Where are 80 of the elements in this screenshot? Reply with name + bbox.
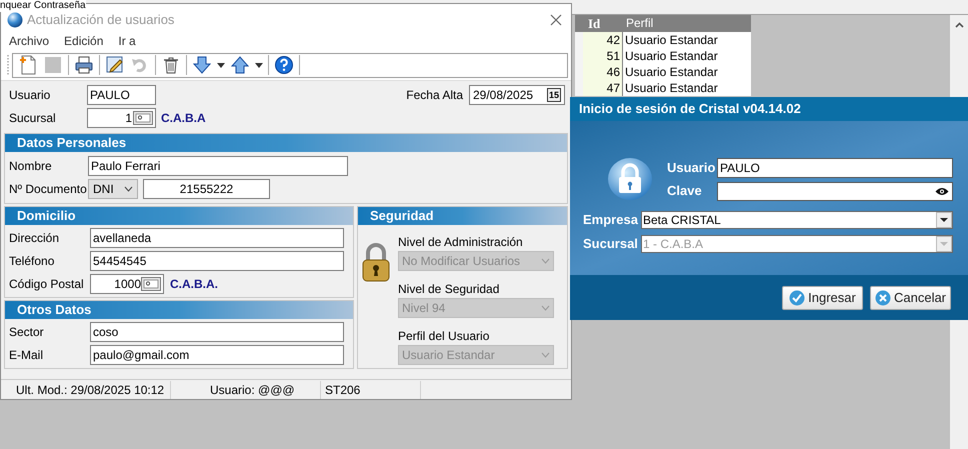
scroll-up-icon[interactable] bbox=[955, 22, 964, 28]
table-cell: 46 bbox=[583, 64, 623, 80]
close-icon[interactable] bbox=[550, 14, 562, 26]
dialog-button[interactable]: Cancelar bbox=[870, 286, 951, 310]
lookup-result: C.A.B.A. bbox=[170, 276, 218, 292]
caret-icon[interactable] bbox=[936, 212, 952, 228]
menu-item[interactable]: nquear Contraseña bbox=[0, 0, 86, 12]
input-field[interactable]: PAULO bbox=[87, 84, 156, 104]
status-text: Usuario: @@@ bbox=[210, 382, 295, 396]
column-header[interactable]: Id bbox=[583, 15, 623, 32]
globe-icon bbox=[7, 12, 23, 28]
field-label: E-Mail bbox=[9, 346, 44, 364]
section-header: Datos Personales bbox=[5, 134, 567, 152]
lookup-field[interactable]: 1000 bbox=[90, 274, 164, 294]
menu-item[interactable]: Archivo bbox=[4, 32, 54, 50]
window-title: Inicio de sesión de Cristal v04.14.02 bbox=[579, 100, 801, 118]
field-label: Usuario bbox=[667, 159, 716, 178]
field-label: Nivel de Administración bbox=[398, 234, 524, 251]
field-label: Dirección bbox=[9, 230, 60, 246]
field-label: Nombre bbox=[9, 158, 53, 174]
field-label: Código Postal bbox=[9, 276, 85, 292]
input-field[interactable]: 54454545 bbox=[90, 250, 344, 270]
calendar-icon[interactable]: 15 bbox=[546, 88, 561, 102]
input-field[interactable]: Paulo Ferrari bbox=[88, 156, 348, 176]
help-icon[interactable] bbox=[274, 55, 294, 75]
field-label: Sucursal bbox=[583, 235, 639, 254]
table-cell: 51 bbox=[583, 48, 623, 64]
lookup-button[interactable] bbox=[133, 110, 153, 124]
chevron-down-icon[interactable] bbox=[124, 186, 133, 192]
eye-icon[interactable] bbox=[935, 186, 949, 196]
status-text: ST206 bbox=[325, 382, 360, 396]
password-field[interactable] bbox=[717, 182, 953, 200]
edit-pencil-icon[interactable] bbox=[105, 55, 125, 75]
new-document-icon[interactable] bbox=[18, 55, 38, 75]
field-label: Clave bbox=[667, 182, 703, 200]
input-field[interactable]: coso bbox=[90, 322, 344, 342]
caret-icon[interactable] bbox=[217, 62, 225, 68]
section-header: Seguridad bbox=[358, 207, 567, 225]
table-cell-text: Usuario Estandar bbox=[624, 80, 719, 96]
lookup-result: C.A.B.A bbox=[161, 110, 206, 126]
trash-icon[interactable] bbox=[161, 55, 181, 75]
status-text: Ult. Mod.: 29/08/2025 10:12 bbox=[16, 382, 164, 396]
date-field[interactable]: 29/08/2025 15 bbox=[469, 84, 565, 104]
section-header: Otros Datos bbox=[5, 301, 353, 319]
caret-icon[interactable] bbox=[255, 62, 263, 68]
column-header[interactable]: Perfil bbox=[623, 15, 751, 32]
table-cell-text: Usuario Estandar bbox=[624, 32, 719, 48]
lookup-field[interactable]: 1 bbox=[87, 108, 156, 128]
up-arrow-icon[interactable] bbox=[230, 55, 250, 75]
field-label: Fecha Alta bbox=[406, 86, 463, 104]
printer-icon[interactable] bbox=[74, 55, 94, 75]
field-label: Sucursal bbox=[9, 110, 57, 126]
padlock-icon bbox=[361, 243, 391, 283]
field-label: Teléfono bbox=[9, 252, 56, 270]
input-field[interactable]: PAULO bbox=[717, 158, 953, 178]
menu-item[interactable]: Edición bbox=[59, 32, 108, 50]
lookup-button[interactable] bbox=[141, 276, 161, 290]
input-field[interactable]: avellaneda bbox=[90, 228, 344, 248]
dropdown[interactable]: Beta CRISTAL bbox=[641, 211, 953, 229]
window-title: Actualización de usuarios bbox=[27, 10, 176, 29]
down-arrow-icon[interactable] bbox=[192, 55, 212, 75]
input-field[interactable]: 21555222 bbox=[143, 178, 270, 198]
field-label: Empresa bbox=[583, 211, 639, 230]
close-icon bbox=[874, 290, 891, 306]
input-field[interactable]: paulo@gmail.com bbox=[90, 344, 344, 364]
check-icon bbox=[789, 290, 806, 306]
field-label: Perfil del Usuario bbox=[398, 328, 490, 345]
field-label: Nº Documento bbox=[9, 180, 88, 198]
dropdown[interactable]: DNI bbox=[88, 178, 138, 198]
field-label: Nivel de Seguridad bbox=[398, 281, 500, 298]
table-cell-text: Usuario Estandar bbox=[624, 48, 719, 64]
table-cell-text: Usuario Estandar bbox=[624, 64, 719, 80]
dialog-button[interactable]: Ingresar bbox=[782, 286, 863, 310]
field-label: Sector bbox=[9, 324, 45, 340]
field-label: Usuario bbox=[9, 86, 52, 104]
table-cell: 42 bbox=[583, 32, 623, 48]
menu-item[interactable]: Ir a bbox=[113, 32, 141, 50]
padlock-icon bbox=[607, 157, 653, 201]
section-header: Domicilio bbox=[5, 207, 353, 225]
table-cell: 47 bbox=[583, 80, 623, 96]
